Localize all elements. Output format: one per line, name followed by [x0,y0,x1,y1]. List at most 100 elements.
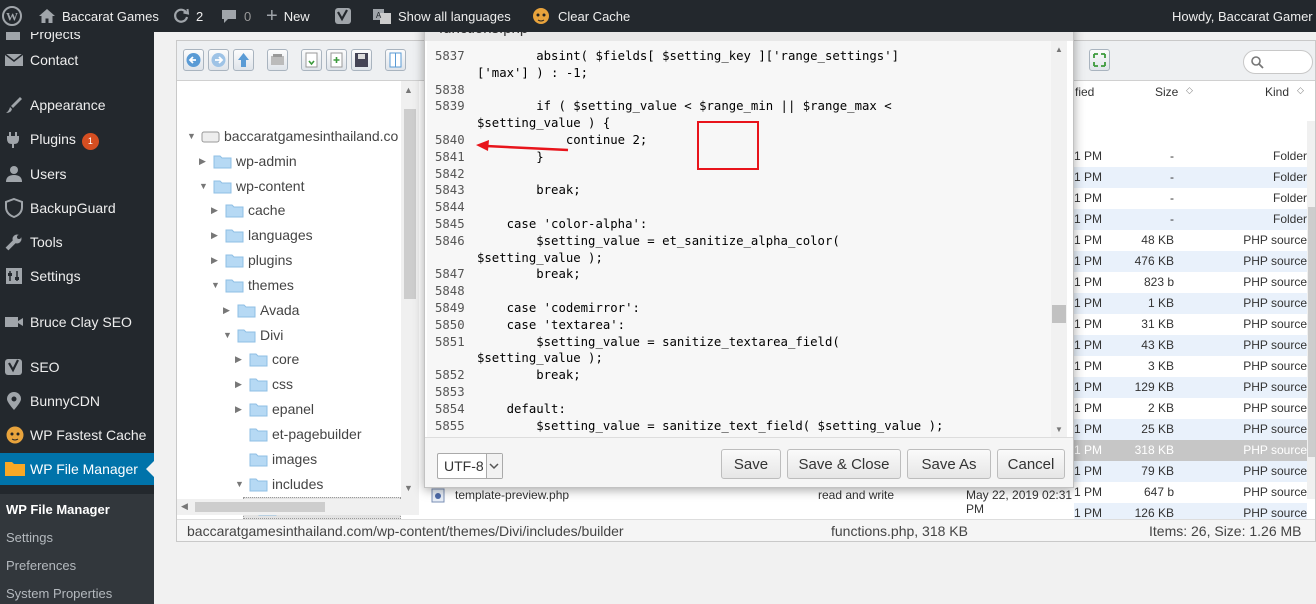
tree-scroll-thumb[interactable] [404,109,416,299]
save-as-button[interactable]: Save As [907,449,991,479]
table-row[interactable]: 1 PM 476 KB PHP source [1074,251,1307,272]
code-line[interactable]: 5854 default: [427,402,1059,419]
scroll-up-arrow-icon[interactable]: ▲ [404,85,413,95]
places-button[interactable] [267,49,288,71]
save-button[interactable]: Save [721,449,781,479]
code-line[interactable]: 5852 break; [427,368,1059,385]
yoast-seo-link[interactable] [334,0,352,32]
parent-folder-button[interactable] [233,49,254,71]
table-row[interactable]: 1 PM 31 KB PHP source [1074,314,1307,335]
clear-cache-link[interactable]: Clear Cache [530,0,630,32]
tree-node-avada[interactable]: ▶ Avada [223,299,299,321]
file-list-scrollbar[interactable] [1307,121,1315,499]
cancel-button[interactable]: Cancel [997,449,1065,479]
code-line[interactable]: 5844 [427,200,1059,217]
table-row[interactable]: 1 PM 318 KB PHP source [1074,440,1307,461]
tree-vertical-scrollbar[interactable]: ▲ ▼ [401,81,419,501]
save-close-button[interactable]: Save & Close [787,449,901,479]
submenu-wp-file-manager[interactable]: WP File Manager [6,502,110,517]
new-content-link[interactable]: + New [266,0,310,32]
code-line[interactable]: ['max'] ) : -1; [427,66,1059,83]
editor-scroll-thumb[interactable] [1052,305,1066,323]
tree-node-divi[interactable]: ▼ Divi [223,324,283,346]
scroll-left-arrow-icon[interactable]: ◀ [181,501,188,512]
code-line[interactable]: 5851 $setting_value = sanitize_textarea_… [427,335,1059,352]
code-line[interactable]: 5838 [427,83,1059,100]
table-row[interactable]: 1 PM 43 KB PHP source [1074,335,1307,356]
table-row[interactable]: 1 PM - Folder [1074,209,1307,230]
table-row[interactable]: 1 PM 25 KB PHP source [1074,419,1307,440]
comments-link[interactable]: 0 [220,0,251,32]
menu-item-bruce-clay-seo[interactable]: Bruce Clay SEO [0,306,154,338]
code-line[interactable]: 5849 case 'codemirror': [427,301,1059,318]
table-row[interactable]: 1 PM 79 KB PHP source [1074,461,1307,482]
menu-item-appearance[interactable]: Appearance [0,89,154,121]
file-row-template-preview[interactable]: template-preview.php read and write May … [427,486,1077,516]
menu-item-plugins[interactable]: Plugins 1 [0,124,154,156]
tree-node-themes[interactable]: ▼ themes [211,274,294,296]
menu-item-backupguard[interactable]: BackupGuard [0,192,154,224]
tree-node-wp-content[interactable]: ▼ wp-content [199,175,304,197]
forward-button[interactable] [208,49,229,71]
code-line[interactable]: $setting_value ); [427,351,1059,368]
table-row[interactable]: 1 PM 48 KB PHP source [1074,230,1307,251]
menu-item-wp-fastest-cache[interactable]: WP Fastest Cache [0,419,154,451]
submenu-settings[interactable]: Settings [6,530,53,545]
code-line[interactable]: 5853 [427,385,1059,402]
tree-node-includes[interactable]: ▼ includes [235,473,323,495]
code-line[interactable]: 5845 case 'color-alpha': [427,217,1059,234]
tree-node-epanel[interactable]: ▶ epanel [235,398,314,420]
table-row[interactable]: 1 PM 647 b PHP source [1074,482,1307,503]
code-line[interactable]: 5843 break; [427,183,1059,200]
site-name-link[interactable]: Baccarat Games [38,0,159,32]
code-line[interactable]: 5847 break; [427,267,1059,284]
table-row[interactable]: 1 PM 126 KB PHP source [1074,503,1307,519]
code-editor[interactable]: 5837 absint( $fields[ $setting_key ]['ra… [427,41,1059,437]
search-input[interactable] [1243,50,1313,74]
table-row[interactable]: 1 PM 3 KB PHP source [1074,356,1307,377]
table-row[interactable]: 1 PM 823 b PHP source [1074,272,1307,293]
encoding-select[interactable]: UTF-8 [437,453,503,479]
file-list-scroll-thumb[interactable] [1308,207,1315,457]
code-line[interactable]: 5846 $setting_value = et_sanitize_alpha_… [427,234,1059,251]
show-languages-link[interactable]: A Show all languages [372,0,511,32]
updates-link[interactable]: 2 [172,0,203,32]
back-button[interactable] [183,49,204,71]
view-panel-button[interactable] [385,49,406,71]
tree-node-cache[interactable]: ▶ cache [211,199,285,221]
table-row[interactable]: 1 PM 129 KB PHP source [1074,377,1307,398]
menu-item-seo[interactable]: SEO [0,351,154,383]
menu-item-bunnycdn[interactable]: BunnyCDN [0,385,154,417]
code-line[interactable]: 5848 [427,284,1059,301]
menu-item-tools[interactable]: Tools [0,226,154,258]
code-line[interactable]: 5855 $setting_value = sanitize_text_fiel… [427,419,1059,436]
tree-node-images[interactable]: images [235,448,317,470]
submenu-system-properties[interactable]: System Properties [6,586,112,601]
menu-item-settings[interactable]: Settings [0,260,154,292]
table-row[interactable]: 1 PM - Folder [1074,146,1307,167]
code-line[interactable]: 5837 absint( $fields[ $setting_key ]['ra… [427,49,1059,66]
menu-item-wp-file-manager[interactable]: WP File Manager [0,453,154,485]
tree-node-et-pagebuilder[interactable]: et-pagebuilder [235,423,362,445]
wordpress-logo-icon[interactable]: W [2,0,22,32]
submenu-preferences[interactable]: Preferences [6,558,76,573]
save-icon-button[interactable] [351,49,372,71]
scroll-down-arrow-icon[interactable]: ▼ [1055,425,1063,434]
menu-item-contact[interactable]: Contact [0,44,154,76]
code-line[interactable]: 5839 if ( $setting_value < $range_min ||… [427,99,1059,116]
tree-node-plugins[interactable]: ▶ plugins [211,249,292,271]
account-menu[interactable]: Howdy, Baccarat Gamer [1172,0,1313,32]
code-line[interactable]: 5850 case 'textarea': [427,318,1059,335]
editor-scrollbar[interactable]: ▲ ▼ [1051,41,1067,437]
table-row[interactable]: 1 PM - Folder [1074,188,1307,209]
scroll-down-arrow-icon[interactable]: ▼ [404,483,413,493]
tree-hscroll-thumb[interactable] [195,502,325,512]
table-row[interactable]: 1 PM 2 KB PHP source [1074,398,1307,419]
open-file-button[interactable] [301,49,322,71]
tree-node-wp-admin[interactable]: ▶ wp-admin [199,150,297,172]
menu-item-users[interactable]: Users [0,158,154,190]
tree-node-languages[interactable]: ▶ languages [211,224,313,246]
tree-horizontal-scrollbar[interactable]: ◀ [177,499,419,515]
code-line[interactable]: $setting_value ); [427,251,1059,268]
table-row[interactable]: 1 PM 1 KB PHP source [1074,293,1307,314]
